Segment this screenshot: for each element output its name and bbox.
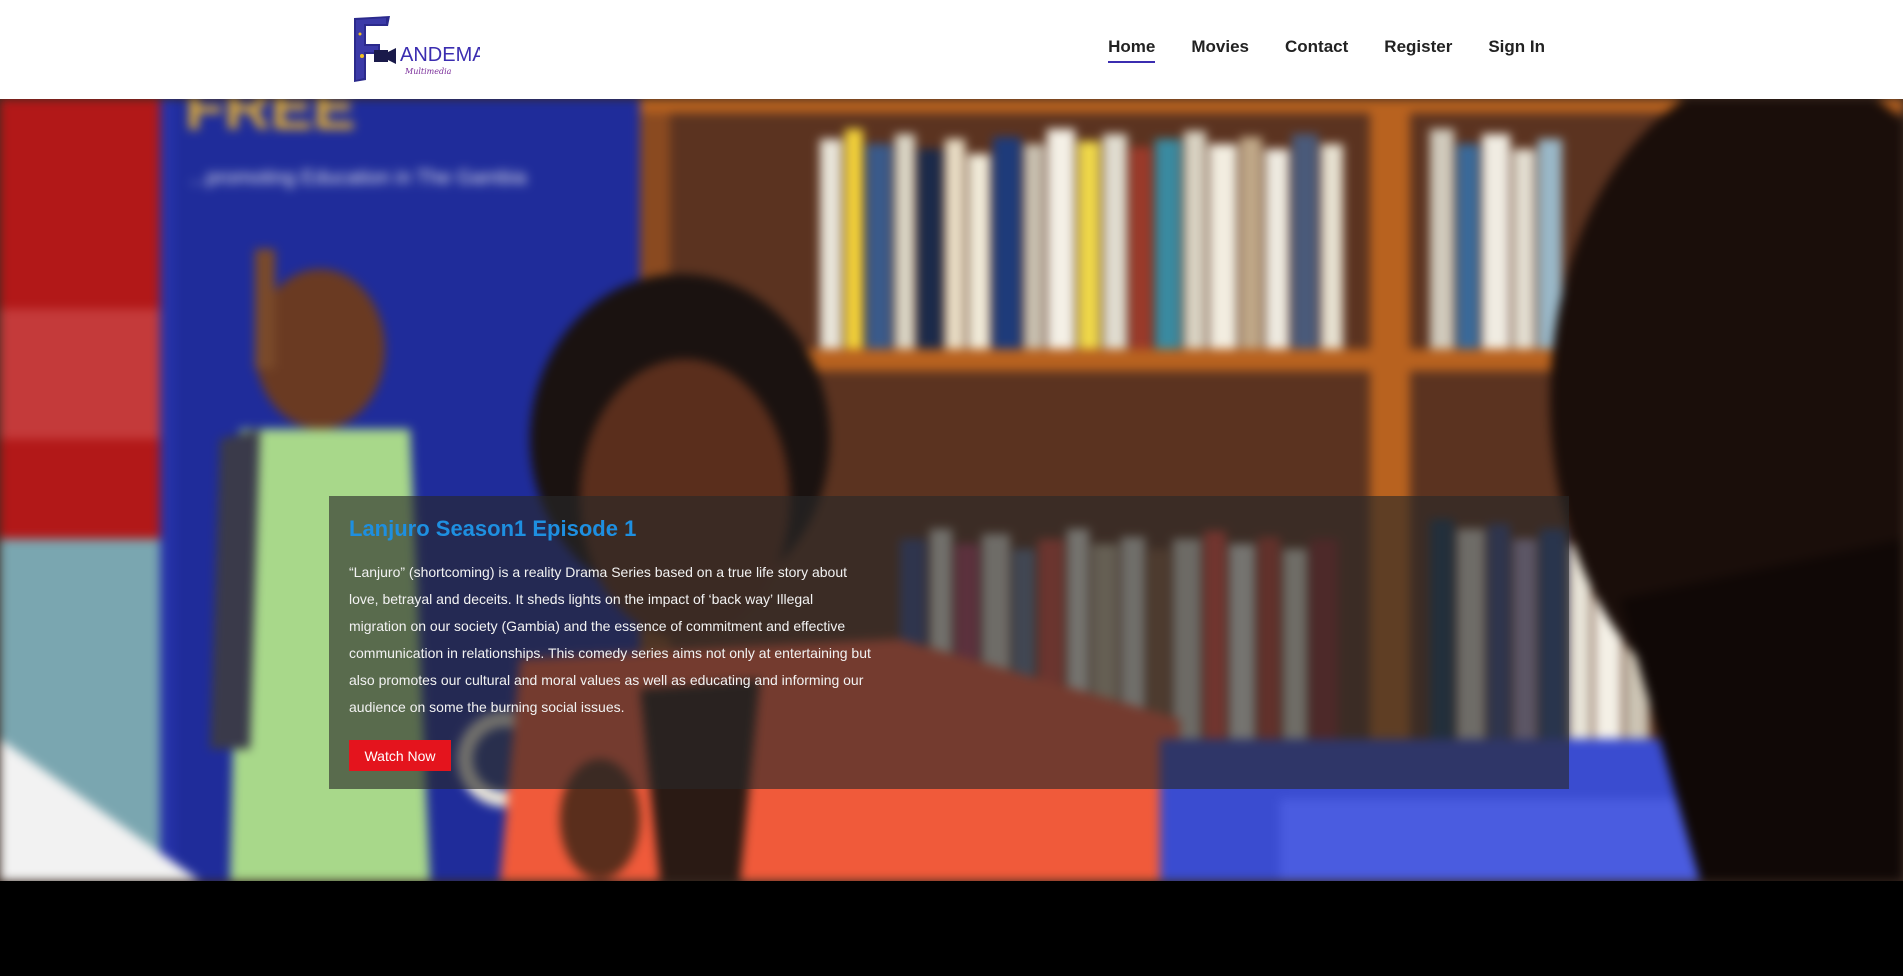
watch-now-button[interactable]: Watch Now (349, 740, 451, 771)
nav-home[interactable]: Home (1108, 37, 1156, 63)
banner-subtext: ...promoting Education in The Gambia (190, 167, 527, 189)
main-nav: Home Movies Contact Register Sign In (1108, 0, 1545, 99)
slide-description: “Lanjuro” (shortcoming) is a reality Dra… (349, 564, 871, 715)
logo-tagline: Multimedia (404, 67, 452, 76)
page-bottom-band (0, 881, 1903, 976)
nav-movies[interactable]: Movies (1191, 37, 1249, 63)
slide-caption: Lanjuro Season1 Episode 1 “Lanjuro” (sho… (329, 496, 1569, 789)
hero-slide: FREE ...promoting Education in The Gambi… (0, 99, 1903, 881)
banner-free-text: FREE (185, 99, 356, 143)
fandema-logo[interactable]: ANDEMA Multimedia (350, 14, 486, 84)
logo-wordmark: ANDEMA (400, 44, 480, 66)
site-header: ANDEMA Multimedia Home Movies Contact Re… (0, 0, 1903, 99)
slide-title: Lanjuro Season1 Episode 1 (349, 516, 637, 541)
nav-sign-in[interactable]: Sign In (1488, 37, 1545, 63)
nav-register[interactable]: Register (1384, 37, 1452, 63)
nav-contact[interactable]: Contact (1285, 37, 1348, 63)
